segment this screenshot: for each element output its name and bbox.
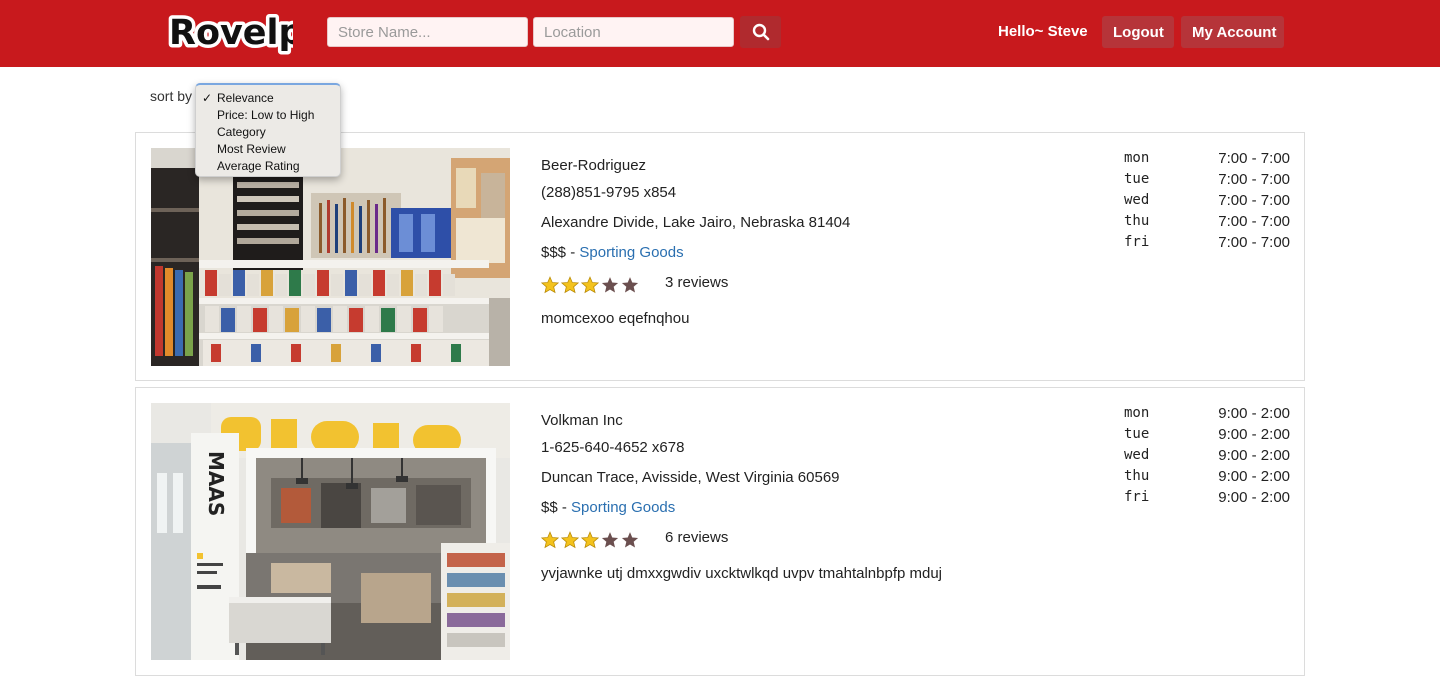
weekday: mon bbox=[1124, 405, 1150, 421]
star-empty-icon bbox=[621, 277, 639, 293]
star-filled-icon bbox=[581, 531, 599, 549]
price-level: $$$ bbox=[541, 244, 567, 261]
hours-row: wed 9:00 - 2:00 bbox=[1124, 447, 1290, 467]
star-empty-icon bbox=[601, 277, 619, 293]
star-empty-icon bbox=[601, 532, 619, 548]
store-phone: 1-625-640-4652 x678 bbox=[541, 439, 685, 456]
store-phone: (288)851-9795 x854 bbox=[541, 184, 677, 201]
maas-sign-text: MAAS bbox=[204, 451, 228, 516]
hours-time: 7:00 - 7:00 bbox=[1218, 150, 1290, 167]
hours-row: mon 7:00 - 7:00 bbox=[1124, 150, 1290, 170]
star-rating bbox=[541, 531, 639, 549]
price-level: $$ bbox=[541, 499, 558, 516]
store-address: Alexandre Divide, Lake Jairo, Nebraska 8… bbox=[541, 214, 851, 231]
sort-option-price[interactable]: Price: Low to High bbox=[196, 107, 340, 124]
location-input[interactable] bbox=[533, 17, 734, 47]
store-description: yvjawnke utj dmxxgwdiv uxcktwlkqd uvpv t… bbox=[541, 565, 943, 582]
store-card: MAAS Volkman Inc 1-625-640-4652 x678 Dun… bbox=[135, 387, 1305, 676]
checkmark-icon: ✓ bbox=[202, 91, 213, 105]
top-navbar: Rovelp Rovelp Hello~ Steve Logout My Acc… bbox=[0, 0, 1440, 67]
review-count[interactable]: 3 reviews bbox=[665, 274, 728, 291]
sort-option-average-rating[interactable]: Average Rating bbox=[196, 158, 340, 175]
weekday: mon bbox=[1124, 150, 1150, 166]
hours-time: 7:00 - 7:00 bbox=[1218, 192, 1290, 209]
sort-label: sort by bbox=[150, 88, 193, 104]
price-separator: - bbox=[557, 499, 572, 516]
hours-row: fri 7:00 - 7:00 bbox=[1124, 234, 1290, 254]
star-filled-icon bbox=[541, 276, 559, 294]
user-greeting: Hello~ Steve bbox=[998, 23, 1088, 40]
price-separator: - bbox=[566, 244, 580, 261]
review-count[interactable]: 6 reviews bbox=[665, 529, 728, 546]
hours-time: 9:00 - 2:00 bbox=[1218, 447, 1290, 464]
star-rating bbox=[541, 276, 639, 294]
hours-time: 7:00 - 7:00 bbox=[1218, 234, 1290, 251]
hours-row: tue 9:00 - 2:00 bbox=[1124, 426, 1290, 446]
star-filled-icon bbox=[561, 531, 579, 549]
sort-option-most-review[interactable]: Most Review bbox=[196, 141, 340, 158]
hours-row: wed 7:00 - 7:00 bbox=[1124, 192, 1290, 212]
weekday: thu bbox=[1124, 213, 1150, 229]
sort-dropdown-menu[interactable]: ✓ Relevance Price: Low to High Category … bbox=[195, 83, 341, 177]
rovelp-logo[interactable]: Rovelp Rovelp bbox=[165, 6, 308, 57]
hours-time: 9:00 - 2:00 bbox=[1218, 468, 1290, 485]
sort-option-category[interactable]: Category bbox=[196, 124, 340, 141]
hours-row: fri 9:00 - 2:00 bbox=[1124, 489, 1290, 509]
store-photo-maas-store[interactable]: MAAS bbox=[151, 403, 510, 660]
search-button[interactable] bbox=[740, 16, 781, 48]
weekday: wed bbox=[1124, 192, 1150, 208]
hours-time: 7:00 - 7:00 bbox=[1218, 213, 1290, 230]
hours-row: tue 7:00 - 7:00 bbox=[1124, 171, 1290, 191]
sort-option-relevance[interactable]: ✓ Relevance bbox=[196, 90, 340, 107]
weekday: fri bbox=[1124, 234, 1150, 250]
category-link[interactable]: Sporting Goods bbox=[571, 499, 675, 516]
star-filled-icon bbox=[561, 276, 579, 294]
store-address: Duncan Trace, Avisside, West Virginia 60… bbox=[541, 469, 840, 486]
hours-time: 7:00 - 7:00 bbox=[1218, 171, 1290, 188]
weekday: wed bbox=[1124, 447, 1150, 463]
star-filled-icon bbox=[581, 276, 599, 294]
svg-text:Rovelp: Rovelp bbox=[169, 13, 293, 53]
hours-time: 9:00 - 2:00 bbox=[1218, 489, 1290, 506]
store-name[interactable]: Volkman Inc bbox=[541, 412, 623, 429]
hours-row: thu 7:00 - 7:00 bbox=[1124, 213, 1290, 233]
star-filled-icon bbox=[541, 531, 559, 549]
star-empty-icon bbox=[621, 532, 639, 548]
weekday: thu bbox=[1124, 468, 1150, 484]
hours-row: thu 9:00 - 2:00 bbox=[1124, 468, 1290, 488]
hours-time: 9:00 - 2:00 bbox=[1218, 405, 1290, 422]
weekday: tue bbox=[1124, 171, 1150, 187]
weekday: tue bbox=[1124, 426, 1150, 442]
search-icon bbox=[752, 23, 769, 41]
store-name-input[interactable] bbox=[327, 17, 528, 47]
weekday: fri bbox=[1124, 489, 1150, 505]
price-category-line: $$$ - Sporting Goods bbox=[541, 244, 684, 261]
store-name[interactable]: Beer-Rodriguez bbox=[541, 157, 646, 174]
price-category-line: $$ - Sporting Goods bbox=[541, 499, 675, 516]
logout-button[interactable]: Logout bbox=[1102, 16, 1174, 48]
my-account-button[interactable]: My Account bbox=[1181, 16, 1284, 48]
hours-time: 9:00 - 2:00 bbox=[1218, 426, 1290, 443]
category-link[interactable]: Sporting Goods bbox=[579, 244, 683, 261]
hours-row: mon 9:00 - 2:00 bbox=[1124, 405, 1290, 425]
store-photo-art-supplies[interactable] bbox=[151, 148, 510, 366]
store-description: momcexoo eqefnqhou bbox=[541, 310, 690, 327]
